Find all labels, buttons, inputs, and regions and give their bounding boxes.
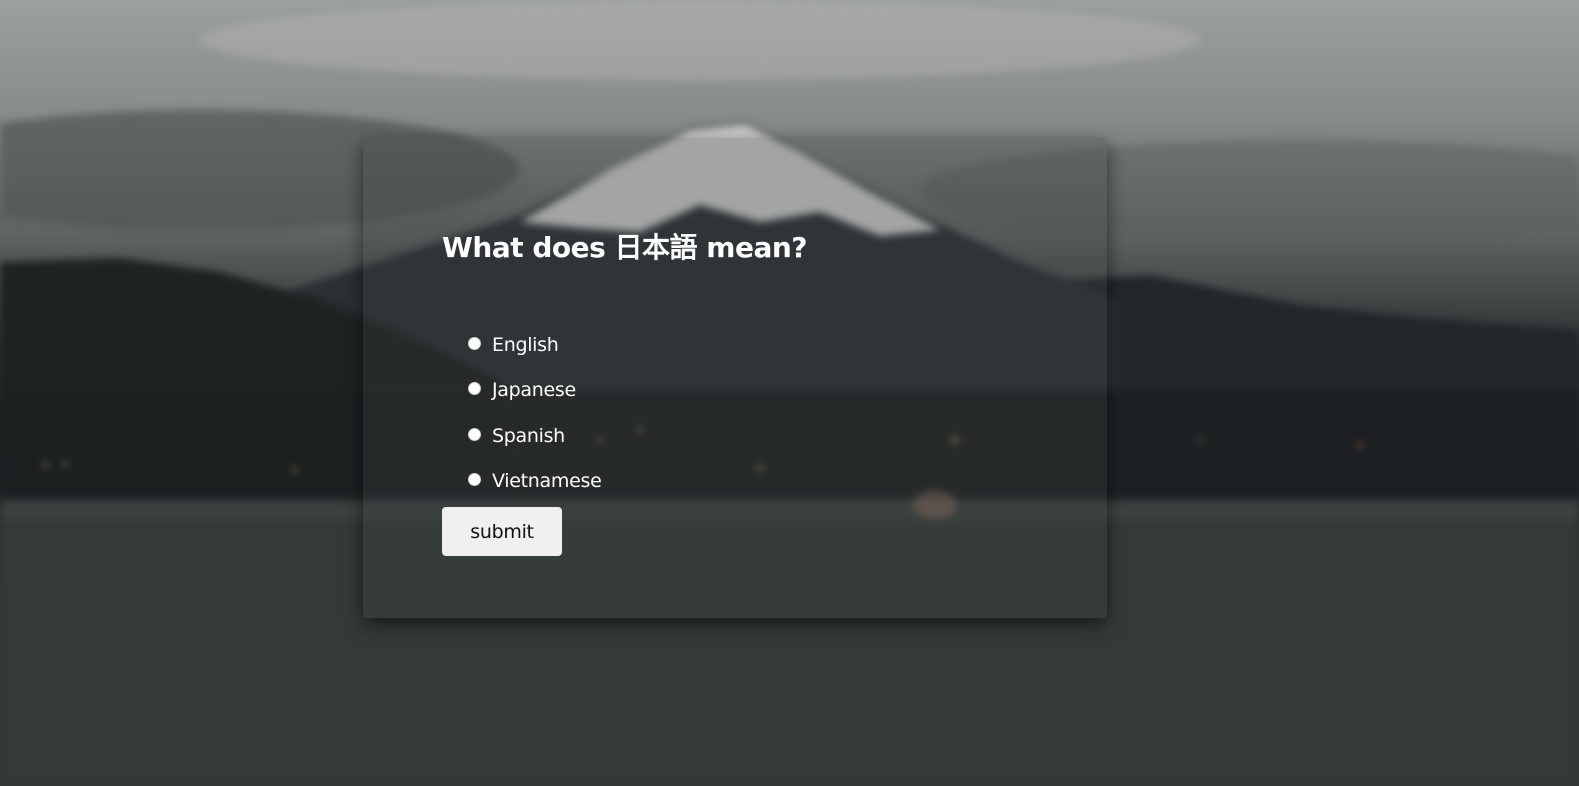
radio-spanish[interactable] xyxy=(468,427,481,441)
answer-options: English Japanese Spanish Vietnamese xyxy=(468,322,602,505)
option-japanese[interactable]: Japanese xyxy=(468,368,601,414)
radio-english[interactable] xyxy=(468,336,481,350)
quiz-card: What does 日本語 mean? English Japanese Spa… xyxy=(363,138,1107,618)
option-label-english: English xyxy=(492,333,559,356)
option-spanish[interactable]: Spanish xyxy=(468,413,601,459)
option-english[interactable]: English xyxy=(468,322,601,368)
option-label-spanish: Spanish xyxy=(492,424,565,447)
option-vietnamese[interactable]: Vietnamese xyxy=(468,459,602,505)
radio-vietnamese[interactable] xyxy=(468,473,481,487)
radio-japanese[interactable] xyxy=(468,382,481,396)
question-heading: What does 日本語 mean? xyxy=(442,231,808,264)
option-label-japanese: Japanese xyxy=(492,379,576,402)
option-label-vietnamese: Vietnamese xyxy=(492,470,602,493)
submit-button[interactable]: submit xyxy=(442,507,562,556)
